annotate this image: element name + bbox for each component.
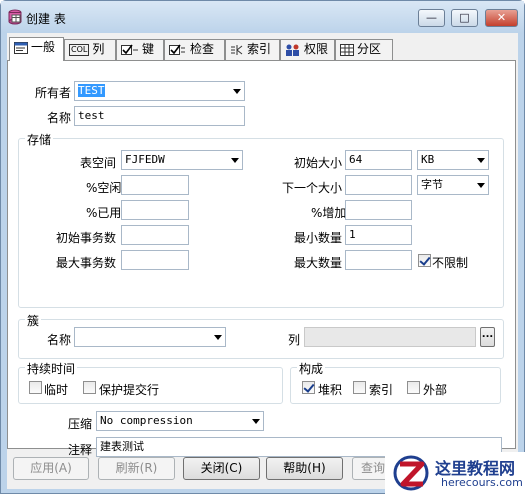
max-extents-label: 最大数量 [294,256,343,270]
tab-checks[interactable]: 检查 [164,39,225,60]
temporary-checkbox[interactable] [29,381,42,394]
temporary-label: 临时 [44,383,69,397]
maximize-button[interactable]: □ [451,9,478,27]
general-panel: 所有者 TEST 名称 test 存储 表空间 FJFEDW %空闲 %已用 初… [7,60,516,457]
tab-strip: 一般 COL 列 键 检查 索引 权限 分区 [7,37,518,61]
tablespace-value: FJFEDW [125,153,165,166]
min-extents-input[interactable]: 1 [345,225,412,245]
chevron-down-icon [477,158,485,163]
next-unit-select[interactable]: 字节 [417,175,489,195]
tab-keys[interactable]: 键 [116,39,164,60]
users-icon [286,44,299,56]
index-organized-label: 索引 [369,383,394,397]
tab-columns[interactable]: COL 列 [64,39,116,60]
tab-partitions[interactable]: 分区 [335,39,393,60]
organization-group-title: 构成 [297,360,326,377]
compression-label: 压缩 [68,417,93,431]
title-bar: 创建 表 — □ ✕ [1,1,524,33]
col-icon: COL [69,43,90,56]
browse-columns-button[interactable]: ... [480,327,495,347]
cluster-columns-label: 列 [288,333,301,347]
tablespace-label: 表空间 [80,156,117,170]
unlimited-checkbox[interactable] [418,254,431,267]
site-watermark: 这里教程网 herecours.com [385,452,525,494]
compression-value: No compression [100,414,193,427]
external-checkbox[interactable] [407,381,420,394]
pct-used-input[interactable] [121,200,189,220]
check-icon [169,44,185,55]
cluster-columns-input[interactable] [304,327,476,347]
ini-trans-input[interactable] [121,225,189,245]
initial-unit-value: KB [421,153,435,166]
heap-label: 堆积 [318,383,343,397]
database-table-icon [8,9,22,25]
chevron-down-icon [231,158,239,163]
initial-size-input[interactable]: 64 [345,150,412,170]
tab-label: 索引 [247,42,272,56]
pct-free-label: %空闲 [86,181,122,195]
pct-used-label: %已用 [86,206,122,220]
watermark-url: herecours.com [441,476,523,489]
watermark-logo-icon [393,455,429,491]
chevron-down-icon [252,419,260,424]
tab-label: 列 [92,42,105,56]
next-size-label: 下一个大小 [282,181,343,195]
grid-icon [340,43,354,56]
tab-privileges[interactable]: 权限 [280,39,335,60]
compression-select[interactable]: No compression [96,411,264,431]
initial-size-label: 初始大小 [294,156,343,170]
initial-unit-select[interactable]: KB [417,150,489,170]
owner-label: 所有者 [35,86,72,100]
max-trans-label: 最大事务数 [56,256,117,270]
max-extents-input[interactable] [345,250,412,270]
chevron-down-icon [214,335,222,340]
tab-label: 一般 [31,40,56,54]
chevron-down-icon [477,183,485,188]
min-extents-label: 最小数量 [294,231,343,245]
pct-increase-label: %增加 [311,206,347,220]
general-tab-icon [14,41,28,54]
duration-group-title: 持续时间 [25,360,78,377]
index-organized-checkbox[interactable] [353,381,366,394]
index-icon [231,44,243,55]
cluster-name-select[interactable] [74,327,226,347]
comment-label: 注释 [68,443,93,457]
cluster-name-label: 名称 [47,333,72,347]
help-button[interactable]: 帮助(H) [266,457,343,480]
cluster-group-title: 簇 [25,312,42,329]
unlimited-label: 不限制 [432,256,469,270]
tab-label: 分区 [357,42,382,56]
tab-label: 键 [142,42,155,56]
create-table-window: 创建 表 — □ ✕ 一般 COL 列 键 检查 索引 权限 分区 所有者 TE… [0,0,525,494]
heap-checkbox[interactable] [302,381,315,394]
key-icon [121,44,138,55]
close-window-button[interactable]: ✕ [485,9,518,27]
tablespace-select[interactable]: FJFEDW [121,150,243,170]
max-trans-input[interactable] [121,250,189,270]
table-name-input[interactable]: test [74,106,245,126]
pct-free-input[interactable] [121,175,189,195]
owner-select[interactable]: TEST [74,81,245,101]
storage-group-title: 存储 [25,131,54,148]
next-size-input[interactable] [345,175,412,195]
name-label: 名称 [47,111,72,125]
pct-increase-input[interactable] [345,200,412,220]
tab-general[interactable]: 一般 [9,37,64,61]
dialog-client-area: 一般 COL 列 键 检查 索引 权限 分区 所有者 TEST 名称 test … [7,33,518,489]
refresh-button[interactable]: 刷新(R) [98,457,175,480]
tab-label: 检查 [190,42,215,56]
tab-label: 权限 [304,42,329,56]
ini-trans-label: 初始事务数 [56,231,117,245]
minimize-button[interactable]: — [418,9,445,27]
apply-button[interactable]: 应用(A) [13,457,89,480]
chevron-down-icon [233,89,241,94]
owner-value: TEST [78,84,105,97]
window-title: 创建 表 [26,12,66,26]
tab-indexes[interactable]: 索引 [225,39,280,60]
preserve-rows-checkbox[interactable] [83,381,96,394]
preserve-rows-label: 保护提交行 [99,383,160,397]
external-label: 外部 [423,383,448,397]
next-unit-value: 字节 [421,178,443,191]
close-button[interactable]: 关闭(C) [183,457,260,480]
